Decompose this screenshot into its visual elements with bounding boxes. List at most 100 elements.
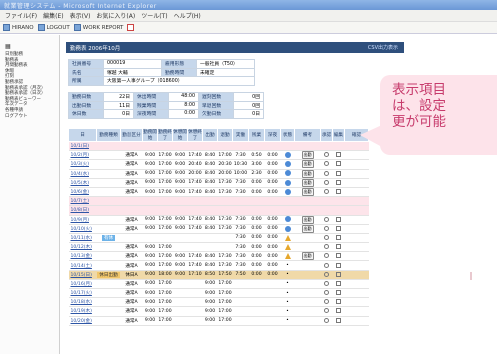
confirm-checkbox[interactable] — [336, 271, 341, 277]
date-link[interactable]: 10/12(木) — [68, 242, 97, 253]
table-row: 10/19(木) 通常A 9:00 17:00 9:00 17:00 • — [68, 306, 369, 317]
time-cell — [248, 279, 265, 290]
note-button[interactable]: 出勤 — [301, 160, 314, 169]
approve-radio[interactable] — [324, 234, 329, 240]
approve-cell — [320, 306, 333, 317]
date-link[interactable]: 10/18(水) — [68, 297, 97, 308]
confirm-checkbox[interactable] — [336, 317, 341, 323]
link-hirano[interactable]: HIRANO — [3, 24, 34, 31]
approve-radio[interactable] — [324, 216, 329, 222]
approve-radio[interactable] — [324, 179, 329, 185]
time-cell — [232, 316, 249, 326]
date-link[interactable]: 10/17(火) — [68, 288, 97, 299]
note-button[interactable]: 出勤 — [301, 224, 314, 233]
confirm-checkbox[interactable] — [336, 299, 341, 305]
note-button[interactable]: 出勤 — [301, 188, 314, 196]
approve-radio[interactable] — [324, 308, 329, 314]
date-link[interactable]: 10/14(土) — [68, 260, 97, 271]
date-link[interactable]: 10/1(日) — [68, 141, 97, 152]
date-link[interactable]: 10/2(月) — [68, 150, 97, 161]
approve-radio[interactable] — [324, 170, 329, 176]
status-cell: • — [280, 297, 295, 308]
approve-radio[interactable] — [324, 271, 329, 277]
summary-label: 欠勤日数 — [198, 109, 234, 119]
kind-cell — [120, 233, 143, 244]
flag-icon[interactable] — [127, 24, 135, 31]
confirm-checkbox[interactable] — [336, 244, 341, 250]
approve-radio[interactable] — [324, 299, 329, 305]
menu-file[interactable]: ファイル(F) — [5, 11, 37, 20]
date-link[interactable]: 10/16(月) — [68, 279, 97, 290]
page-title: 勤務表 2006年10月 — [70, 45, 121, 52]
date-link[interactable]: 10/10(火) — [68, 224, 97, 234]
table-row: 10/8(日) — [68, 205, 369, 216]
menu-edit[interactable]: 編集(E) — [43, 11, 63, 20]
spacer-cell — [344, 196, 369, 207]
link-logout[interactable]: LOGOUT — [37, 24, 70, 31]
confirm-checkbox[interactable] — [336, 253, 341, 259]
note-button[interactable]: 出勤 — [301, 169, 314, 178]
approve-radio[interactable] — [324, 262, 329, 268]
date-link[interactable]: 10/7(土) — [68, 196, 97, 207]
approve-radio[interactable] — [324, 152, 329, 158]
value-employment-type: 一般社員（T50） — [196, 59, 255, 69]
confirm-checkbox[interactable] — [336, 262, 341, 268]
time-cell: 9:00 — [142, 187, 158, 198]
note-button[interactable]: 出勤 — [301, 151, 314, 159]
approve-radio[interactable] — [324, 225, 329, 231]
date-link[interactable]: 10/8(日) — [68, 205, 97, 216]
date-link[interactable]: 10/15(日) — [68, 270, 97, 280]
time-cell: 9:00 — [172, 270, 188, 280]
employee-info: 社員番号 000019 雇用形態 一般社員（T50） 氏名 塚越 大輔 勤務時間… — [68, 59, 255, 86]
approve-radio[interactable] — [324, 253, 329, 259]
confirm-checkbox[interactable] — [336, 179, 341, 185]
approve-radio[interactable] — [324, 290, 329, 296]
menu-help[interactable]: ヘルプ(H) — [174, 11, 201, 20]
time-cell: 17:00 — [157, 279, 173, 290]
confirm-checkbox[interactable] — [336, 216, 341, 222]
date-link[interactable]: 10/11(水) — [68, 233, 97, 244]
table-row: 10/20(金) 通常A 9:00 17:00 9:00 17:00 • — [68, 316, 369, 326]
time-cell: 0:50 — [248, 150, 265, 161]
menu-favorites[interactable]: お気に入り(A) — [96, 11, 135, 20]
csv-link[interactable]: CSV出力表示 — [368, 44, 398, 51]
time-cell: 9:00 — [202, 288, 218, 299]
approve-radio[interactable] — [324, 280, 329, 286]
date-link[interactable]: 10/4(水) — [68, 169, 97, 179]
confirm-checkbox[interactable] — [336, 170, 341, 176]
date-link[interactable]: 10/5(木) — [68, 178, 97, 188]
confirm-checkbox[interactable] — [336, 225, 341, 231]
date-link[interactable]: 10/13(金) — [68, 251, 97, 262]
approve-cell — [320, 187, 333, 198]
confirm-checkbox[interactable] — [336, 308, 341, 314]
date-link[interactable]: 10/19(木) — [68, 306, 97, 317]
approve-radio[interactable] — [324, 161, 329, 167]
date-link[interactable]: 10/3(火) — [68, 159, 97, 170]
date-link[interactable]: 10/9(月) — [68, 215, 97, 225]
link-work-report[interactable]: WORK REPORT — [73, 24, 123, 31]
confirm-checkbox[interactable] — [336, 161, 341, 167]
confirm-checkbox[interactable] — [336, 189, 341, 195]
time-cell: 7:30 — [232, 150, 249, 161]
menu-tools[interactable]: ツール(T) — [141, 11, 167, 20]
note-cell — [294, 205, 321, 216]
type-tag: 有休 — [101, 234, 116, 241]
time-cell: 7:30 — [232, 224, 249, 234]
status-cell: • — [280, 260, 295, 271]
approve-radio[interactable] — [324, 317, 329, 323]
confirm-checkbox[interactable] — [336, 152, 341, 158]
confirm-checkbox[interactable] — [336, 234, 341, 240]
confirm-checkbox[interactable] — [336, 290, 341, 296]
table-row: 10/6(金) 通常A 9:00 17:00 9:00 17:40 8:40 17:30 7:3… — [68, 187, 369, 198]
time-cell — [217, 205, 233, 216]
note-button[interactable]: 出勤 — [301, 252, 314, 260]
date-link[interactable]: 10/6(金) — [68, 187, 97, 198]
confirm-checkbox[interactable] — [336, 280, 341, 286]
sidebar-item-logout[interactable]: ログアウト — [5, 114, 59, 120]
approve-radio[interactable] — [324, 244, 329, 250]
note-button[interactable]: 出勤 — [301, 215, 314, 224]
approve-radio[interactable] — [324, 189, 329, 195]
date-link[interactable]: 10/20(金) — [68, 316, 97, 326]
note-button[interactable]: 出勤 — [301, 178, 314, 187]
menu-view[interactable]: 表示(V) — [70, 11, 91, 20]
